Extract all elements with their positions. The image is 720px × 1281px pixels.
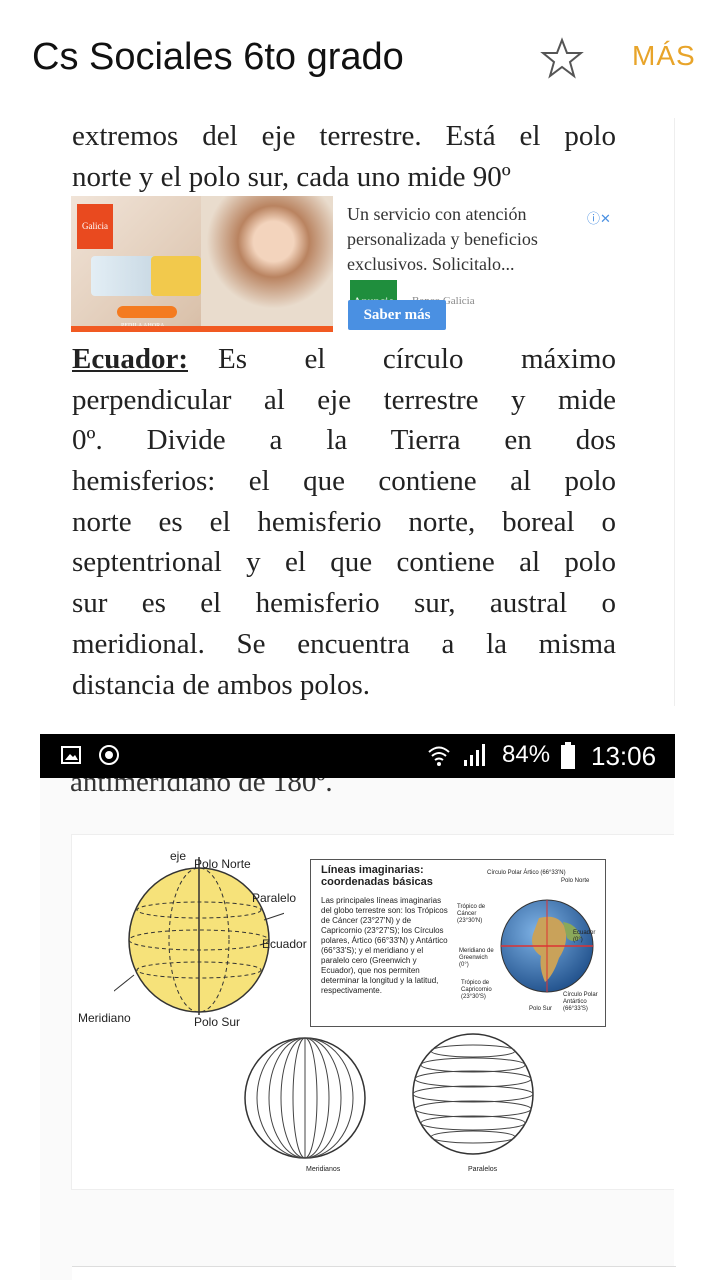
label-ecuador: Ecuador: [262, 937, 307, 951]
more-button[interactable]: MÁS: [632, 40, 696, 72]
text-fragment: Es el círculo máximo: [218, 343, 616, 375]
caption-meridianos: Meridianos: [306, 1166, 341, 1173]
text-line: norte es el hemisferio norte, boreal o: [72, 506, 616, 538]
info-box-text: Las principales líneas imaginarias del g…: [321, 896, 448, 995]
earth-globe-image: [500, 899, 594, 993]
wifi-icon: [428, 746, 450, 766]
ad-banner[interactable]: Galicia 100% BONIFICADA PEDILA AHORA Un …: [71, 196, 621, 332]
label-eje: eje: [170, 849, 187, 863]
text-line: hemisferios: el que contiene al polo: [72, 465, 616, 497]
page-title: Cs Sociales 6to grado: [32, 36, 404, 78]
app-bar: Cs Sociales 6to grado MÁS: [0, 0, 720, 118]
info-box-title: Líneas imaginarias: coordenadas básicas: [321, 864, 433, 888]
caption-paralelos: Paralelos: [468, 1166, 498, 1173]
globe-diagram: [114, 857, 284, 1015]
info-box: Líneas imaginarias: coordenadas básicas …: [310, 859, 606, 1027]
label-tropico-cancer: Trópico de Cáncer (23°30'N): [457, 904, 486, 924]
document-page-1: extremos del eje terrestre. Está el polo…: [40, 118, 675, 706]
text-line: extremos del eje terrestre. Está el polo: [72, 120, 616, 152]
label-polo-sur-small: Polo Sur: [529, 1006, 553, 1012]
gallery-icon: [61, 746, 81, 764]
signal-icon: [464, 744, 485, 766]
label-polo-sur: Polo Sur: [194, 1015, 241, 1029]
clock: 13:06: [591, 741, 657, 771]
status-bar: 84% 13:06: [40, 734, 675, 778]
battery-percent: 84%: [502, 741, 551, 768]
text-line: 0º. Divide a la Tierra en dos: [72, 424, 616, 456]
label-polo-norte: Polo Norte: [194, 857, 251, 871]
ad-text[interactable]: Un servicio con atención personalizada y…: [347, 202, 577, 277]
label-polo-norte-small: Polo Norte: [561, 878, 590, 884]
label-tropico-capricornio: Trópico de Capricornio (23°30'S): [461, 980, 492, 1000]
meridians-globe: [244, 1037, 366, 1159]
text-line: perpendicular al eje terrestre y mide: [72, 384, 616, 416]
text-line: Ecuador: Es el círculo máximo: [72, 339, 616, 380]
text-line: distancia de ambos polos.: [72, 669, 371, 701]
ad-image[interactable]: Galicia 100% BONIFICADA PEDILA AHORA: [71, 196, 333, 332]
text-line: sur es el hemisferio sur, austral o: [72, 587, 616, 619]
ad-photo: [201, 196, 333, 326]
ad-choices-close-icon[interactable]: ⓘ✕: [587, 198, 611, 239]
battery-icon: [561, 742, 575, 769]
chrome-icon: [99, 745, 119, 765]
star-outline-icon[interactable]: [540, 36, 584, 80]
credit-card-image: [151, 256, 201, 296]
text-line: septentrional y el que contiene al polo: [72, 546, 616, 578]
cutoff-text: antimeridiano de 180º.: [70, 778, 333, 798]
label-ecuador-small: Ecuador (0°): [573, 930, 596, 943]
label-meridiano-greenwich: Meridiano de Greenwich (0°): [459, 948, 494, 968]
ad-band: [71, 326, 333, 332]
text-line: meridional. Se encuentra a la misma: [72, 628, 616, 660]
ad-cta-button[interactable]: Saber más: [348, 300, 446, 330]
label-paralelo: Paralelo: [252, 891, 297, 905]
text-line: norte y el polo sur, cada uno mide 90º: [72, 161, 511, 193]
document-page-3: [72, 1266, 676, 1281]
parallels-globe: [412, 1033, 534, 1155]
label-circulo-polar-artico: Círculo Polar Ártico (66°33'N): [487, 870, 566, 876]
figure-coordinates: eje Polo Norte Paralelo Ecuador Meridian…: [71, 834, 674, 1190]
document-page-2: antimeridiano de 180º. eje Polo Norte Pa…: [40, 778, 674, 1280]
label-meridiano: Meridiano: [78, 1011, 131, 1025]
term-ecuador: Ecuador:: [72, 343, 188, 375]
label-circulo-polar-antartico: Círculo Polar Antártico (66°33'S): [563, 992, 598, 1012]
